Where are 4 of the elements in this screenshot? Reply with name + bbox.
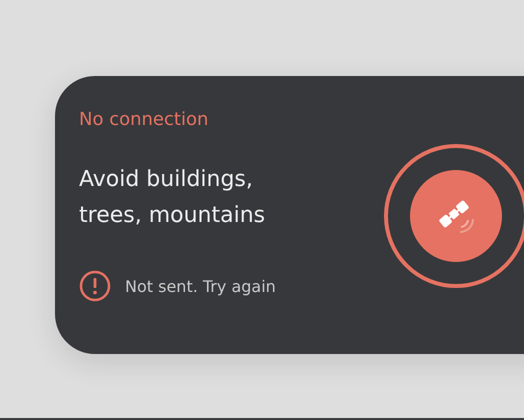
connection-status: No connection xyxy=(79,108,210,132)
headline-line: trees, mountains xyxy=(79,202,266,230)
headline-line: Avoid buildings, xyxy=(79,166,254,194)
retry-message[interactable]: Not sent. Try again xyxy=(125,276,276,296)
